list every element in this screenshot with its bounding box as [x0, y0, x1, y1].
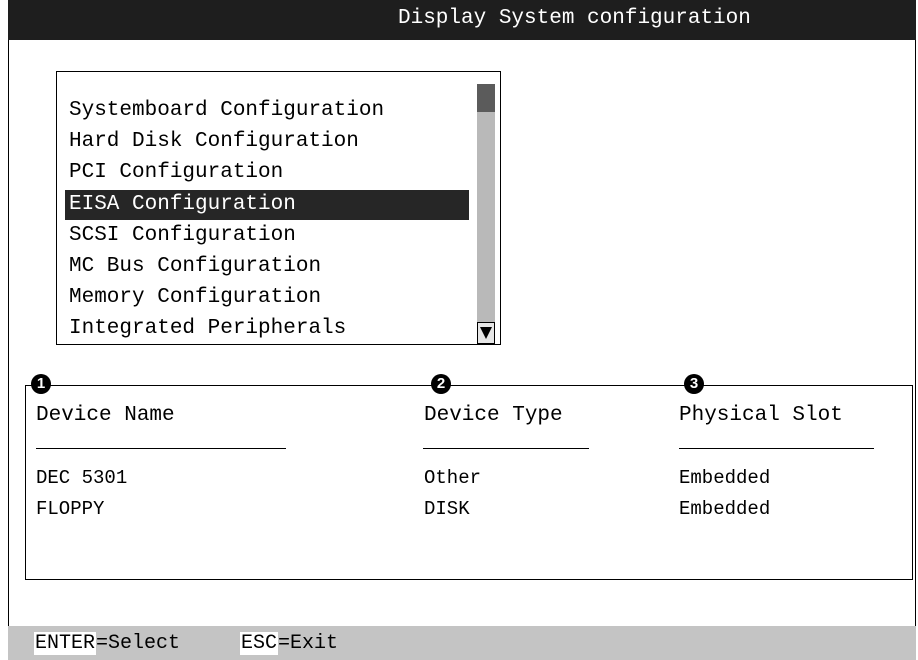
menu-item-memory[interactable]: Memory Configuration	[65, 283, 469, 313]
table-cell-device-type: Other	[424, 467, 482, 489]
menu-item-hard-disk[interactable]: Hard Disk Configuration	[65, 127, 469, 157]
configuration-menu[interactable]: Systemboard Configuration Hard Disk Conf…	[56, 71, 501, 345]
menu-item-eisa[interactable]: EISA Configuration	[65, 190, 469, 220]
column-rule-device-type	[423, 448, 589, 449]
key-name: ENTER	[34, 632, 97, 655]
column-header-device-name: Device Name	[36, 404, 175, 427]
menu-scrollbar[interactable]	[477, 84, 495, 344]
table-cell-device-name: FLOPPY	[36, 498, 105, 520]
key-action: =Exit	[278, 632, 339, 655]
table-cell-physical-slot: Embedded	[679, 467, 771, 489]
column-header-device-type: Device Type	[424, 404, 563, 427]
scroll-down-button[interactable]	[477, 322, 495, 344]
enter-select-hint[interactable]: ENTER=Select	[34, 632, 181, 655]
callout-2-icon: 2	[431, 374, 451, 394]
key-action: =Select	[96, 632, 181, 655]
title-bar: Display System configuration	[8, 0, 916, 40]
triangle-down-icon	[480, 327, 492, 339]
column-rule-physical-slot	[679, 448, 874, 449]
column-header-physical-slot: Physical Slot	[679, 404, 843, 427]
column-rule-device-name	[36, 448, 286, 449]
window-title: Display System configuration	[398, 7, 751, 30]
device-table: 1 2 3 Device Name Device Type Physical S…	[25, 374, 913, 580]
menu-item-scsi[interactable]: SCSI Configuration	[65, 221, 469, 251]
scroll-thumb[interactable]	[477, 84, 495, 112]
key-name: ESC	[240, 632, 279, 655]
menu-item-pci[interactable]: PCI Configuration	[65, 158, 469, 188]
table-cell-device-name: DEC 5301	[36, 467, 128, 489]
callout-3-icon: 3	[684, 374, 704, 394]
menu-item-mc-bus[interactable]: MC Bus Configuration	[65, 252, 469, 282]
menu-item-systemboard[interactable]: Systemboard Configuration	[65, 96, 469, 126]
table-cell-device-type: DISK	[424, 498, 470, 520]
status-bar: ENTER=Select ESC=Exit	[8, 626, 916, 660]
menu-item-integrated-peripherals[interactable]: Integrated Peripherals	[65, 314, 469, 344]
table-cell-physical-slot: Embedded	[679, 498, 771, 520]
esc-exit-hint[interactable]: ESC=Exit	[240, 632, 339, 655]
callout-1-icon: 1	[31, 374, 51, 394]
